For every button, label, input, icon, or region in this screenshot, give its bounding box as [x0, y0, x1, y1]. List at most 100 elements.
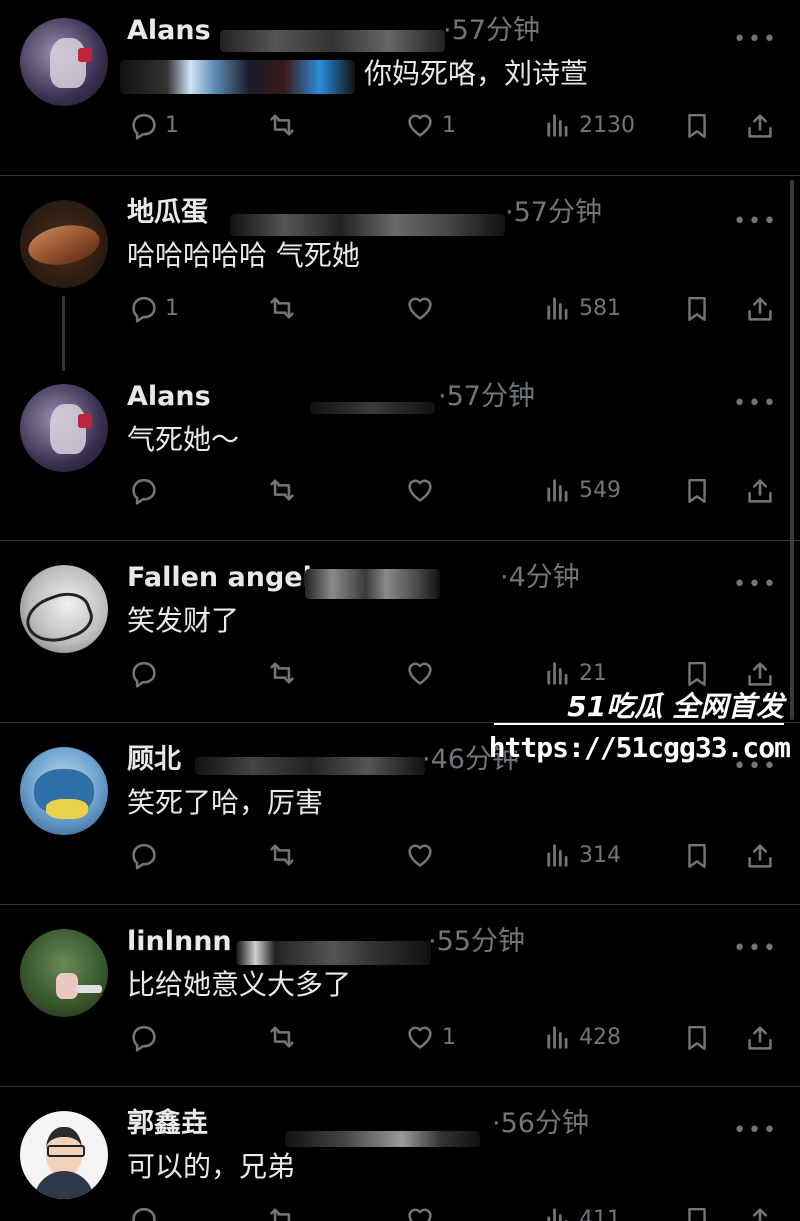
- repost-button[interactable]: [264, 658, 300, 688]
- author-name[interactable]: 顾北: [127, 743, 181, 777]
- repost-button[interactable]: [264, 475, 300, 505]
- avatar[interactable]: [20, 929, 108, 1017]
- more-icon[interactable]: •••: [733, 938, 778, 960]
- avatar[interactable]: [20, 1111, 108, 1199]
- avatar[interactable]: [20, 18, 108, 106]
- share-icon: [748, 297, 772, 321]
- like-button[interactable]: 1: [404, 110, 456, 140]
- post-text: 可以的，兄弟: [127, 1150, 296, 1183]
- reply-button[interactable]: [129, 840, 159, 870]
- reply-post[interactable]: Alans ·57分钟 ••• 气死她～ 549: [0, 360, 800, 540]
- post-time[interactable]: ·57分钟: [438, 380, 535, 414]
- reply-button[interactable]: 1: [129, 293, 179, 323]
- blurred-handle: [236, 941, 431, 965]
- bookmark-button[interactable]: [683, 1204, 711, 1221]
- views-button[interactable]: 549: [543, 475, 621, 505]
- avatar[interactable]: [20, 384, 108, 472]
- heart-icon: [408, 114, 432, 137]
- scrollbar[interactable]: [790, 180, 794, 720]
- author-name[interactable]: Fallen angel: [127, 561, 312, 595]
- post-time[interactable]: ·56分钟: [492, 1107, 589, 1141]
- views-icon: [547, 479, 568, 502]
- views-icon: [547, 662, 568, 685]
- repost-button[interactable]: [264, 1204, 300, 1221]
- reply-post[interactable]: 郭鑫垚 ·56分钟 ••• 可以的，兄弟 411: [0, 1087, 800, 1221]
- repost-icon: [270, 1208, 294, 1221]
- heart-icon: [408, 1208, 432, 1221]
- blurred-handle: [220, 30, 445, 52]
- like-count: 1: [442, 1024, 456, 1050]
- repost-button[interactable]: [264, 110, 300, 140]
- avatar[interactable]: [20, 747, 108, 835]
- more-icon[interactable]: •••: [733, 393, 778, 415]
- reply-icon: [132, 843, 156, 870]
- share-icon: [748, 1026, 772, 1050]
- views-button[interactable]: 2130: [543, 110, 635, 140]
- reply-post[interactable]: Alans ·57分钟 ••• 你妈死咯，刘诗萱 1 1 2130: [0, 0, 800, 175]
- views-button[interactable]: 428: [543, 1022, 621, 1052]
- reply-button[interactable]: 1: [129, 110, 179, 140]
- like-button[interactable]: [404, 293, 436, 323]
- bookmark-button[interactable]: [683, 1022, 711, 1054]
- share-button[interactable]: [745, 840, 775, 872]
- avatar[interactable]: [20, 565, 108, 653]
- author-name[interactable]: 地瓜蛋: [127, 196, 208, 230]
- bookmark-icon: [688, 297, 706, 321]
- like-button[interactable]: [404, 658, 436, 688]
- views-button[interactable]: 314: [543, 840, 621, 870]
- reply-icon: [132, 113, 156, 140]
- post-time[interactable]: ·57分钟: [443, 14, 540, 48]
- reply-button[interactable]: [129, 1204, 159, 1221]
- author-name[interactable]: Alans: [127, 380, 211, 414]
- author-name[interactable]: linlnnn: [127, 925, 232, 959]
- blurred-handle: [310, 402, 435, 414]
- more-icon[interactable]: •••: [733, 211, 778, 233]
- reply-button[interactable]: [129, 658, 159, 688]
- views-button[interactable]: 21: [543, 658, 607, 688]
- like-button[interactable]: 1: [404, 1022, 456, 1052]
- more-icon[interactable]: •••: [733, 1120, 778, 1142]
- share-button[interactable]: [745, 1204, 775, 1221]
- bookmark-button[interactable]: [683, 293, 711, 325]
- repost-button[interactable]: [264, 293, 300, 323]
- heart-icon: [408, 479, 432, 502]
- more-icon[interactable]: •••: [733, 29, 778, 51]
- views-button[interactable]: 581: [543, 293, 621, 323]
- reply-post[interactable]: linlnnn ·55分钟 ••• 比给她意义大多了 1 428: [0, 905, 800, 1085]
- bookmark-icon: [688, 114, 706, 138]
- avatar[interactable]: [20, 200, 108, 288]
- share-button[interactable]: [745, 475, 775, 507]
- reply-icon: [132, 661, 156, 688]
- reply-button[interactable]: [129, 1022, 159, 1052]
- reply-post[interactable]: 地瓜蛋 ·57分钟 ••• 哈哈哈哈哈 气死她 1 581: [0, 176, 800, 371]
- post-time[interactable]: ·55分钟: [428, 925, 525, 959]
- view-count: 314: [579, 842, 621, 868]
- share-button[interactable]: [745, 293, 775, 325]
- repost-icon: [270, 297, 294, 319]
- post-time[interactable]: ·57分钟: [505, 196, 602, 230]
- more-icon[interactable]: •••: [733, 574, 778, 596]
- share-button[interactable]: [745, 1022, 775, 1054]
- post-time[interactable]: ·4分钟: [500, 561, 580, 595]
- repost-button[interactable]: [264, 840, 300, 870]
- like-button[interactable]: [404, 1204, 436, 1221]
- repost-icon: [270, 479, 294, 501]
- bookmark-button[interactable]: [683, 840, 711, 872]
- views-button[interactable]: 411: [543, 1204, 621, 1221]
- reply-button[interactable]: [129, 475, 159, 505]
- author-name[interactable]: 郭鑫垚: [127, 1107, 208, 1141]
- like-button[interactable]: [404, 840, 436, 870]
- like-count: 1: [442, 112, 456, 138]
- bookmark-button[interactable]: [683, 110, 711, 142]
- repost-button[interactable]: [264, 1022, 300, 1052]
- view-count: 581: [579, 295, 621, 321]
- share-button[interactable]: [745, 110, 775, 142]
- reply-icon: [132, 296, 156, 323]
- like-button[interactable]: [404, 475, 436, 505]
- bookmark-icon: [688, 1026, 706, 1050]
- bookmark-button[interactable]: [683, 475, 711, 507]
- share-icon: [748, 1208, 772, 1221]
- views-icon: [547, 1026, 568, 1049]
- reply-icon: [132, 1025, 156, 1052]
- author-name[interactable]: Alans: [127, 14, 211, 48]
